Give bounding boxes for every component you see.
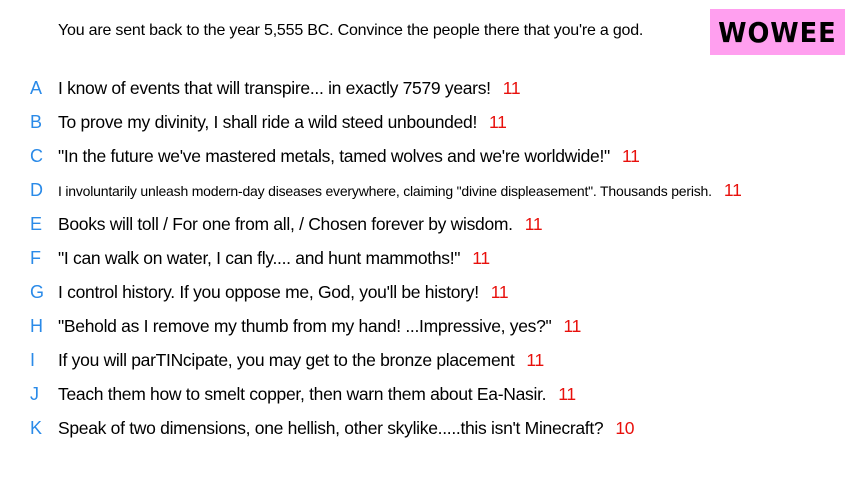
answer-letter: D [30, 179, 43, 200]
answer-letter: A [30, 77, 43, 98]
answer-score: 11 [490, 281, 509, 302]
answer-score: 10 [615, 417, 635, 438]
answer-score: 11 [472, 247, 490, 268]
answer-text: I control history. If you oppose me, God… [58, 281, 479, 302]
answer-score: 11 [489, 111, 507, 132]
answer-score: 11 [563, 315, 582, 336]
badge-label: WOWEE [718, 15, 837, 49]
answer-letter: B [30, 111, 43, 132]
answer-letter: G [30, 281, 45, 302]
answer-score: 11 [526, 349, 544, 370]
answer-score: 11 [621, 145, 640, 166]
answer-score: 11 [723, 179, 742, 200]
answer-letter: K [30, 417, 43, 438]
answer-letter: J [30, 383, 39, 404]
answer-text: Teach them how to smelt copper, then war… [58, 383, 547, 404]
answer-score: 11 [558, 383, 576, 404]
answer-letter: E [30, 213, 43, 234]
answer-text: "In the future we've mastered metals, ta… [58, 145, 610, 166]
answer-letter: F [30, 247, 41, 268]
answer-text: I know of events that will transpire... … [58, 77, 491, 98]
prompt-text: You are sent back to the year 5,555 BC. … [58, 22, 644, 39]
answer-letter: C [30, 145, 43, 166]
answer-letter: H [30, 315, 43, 336]
answer-text: To prove my divinity, I shall ride a wil… [58, 111, 478, 132]
answer-text: "Behold as I remove my thumb from my han… [58, 315, 552, 336]
answer-letter: I [30, 349, 36, 370]
wowee-badge: WOWEE [710, 9, 845, 55]
answer-text: Speak of two dimensions, one hellish, ot… [58, 417, 604, 438]
answer-text: If you will parTINcipate, you may get to… [58, 349, 515, 370]
answer-score: 11 [502, 77, 521, 98]
answer-text: I involuntarily unleash modern-day disea… [58, 182, 712, 199]
answer-score: 11 [524, 213, 543, 234]
answer-text: "I can walk on water, I can fly.... and … [58, 247, 461, 268]
answer-text: Books will toll / For one from all, / Ch… [58, 213, 513, 234]
